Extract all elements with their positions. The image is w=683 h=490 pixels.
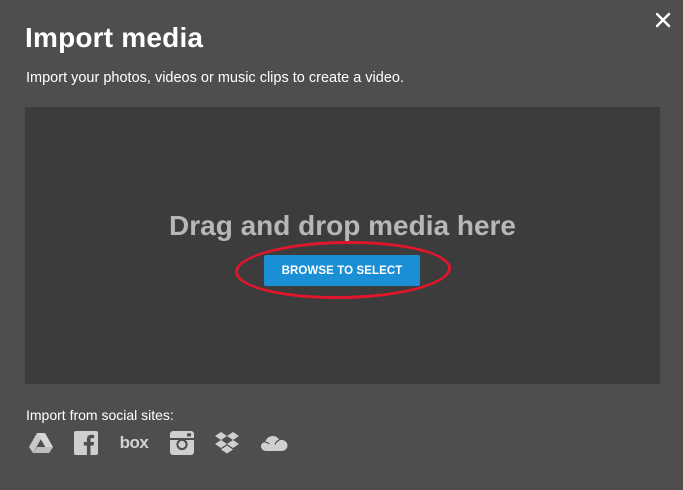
svg-text:box: box xyxy=(120,433,150,452)
instagram-button[interactable] xyxy=(169,430,195,456)
drop-zone-text: Drag and drop media here xyxy=(169,210,516,241)
dropbox-icon xyxy=(215,432,239,454)
browse-to-select-button[interactable]: BROWSE TO SELECT xyxy=(264,255,420,286)
import-media-dialog: Import media Import your photos, videos … xyxy=(0,0,683,490)
box-icon: box xyxy=(120,433,150,452)
onedrive-button[interactable] xyxy=(259,430,289,456)
facebook-icon xyxy=(74,431,98,455)
onedrive-icon xyxy=(261,436,288,451)
social-icons-row: box xyxy=(28,430,308,456)
close-icon xyxy=(655,12,671,28)
google-drive-button[interactable] xyxy=(28,430,54,456)
drop-zone[interactable]: Drag and drop media here BROWSE TO SELEC… xyxy=(25,107,660,384)
dropbox-button[interactable] xyxy=(214,430,240,456)
social-sites-label: Import from social sites: xyxy=(26,407,174,423)
box-button[interactable]: box xyxy=(118,430,150,456)
dialog-subtitle: Import your photos, videos or music clip… xyxy=(26,70,404,86)
dialog-title: Import media xyxy=(25,22,204,53)
close-button[interactable] xyxy=(653,10,673,30)
facebook-button[interactable] xyxy=(73,430,99,456)
google-drive-icon xyxy=(29,433,53,453)
instagram-icon xyxy=(170,431,194,455)
